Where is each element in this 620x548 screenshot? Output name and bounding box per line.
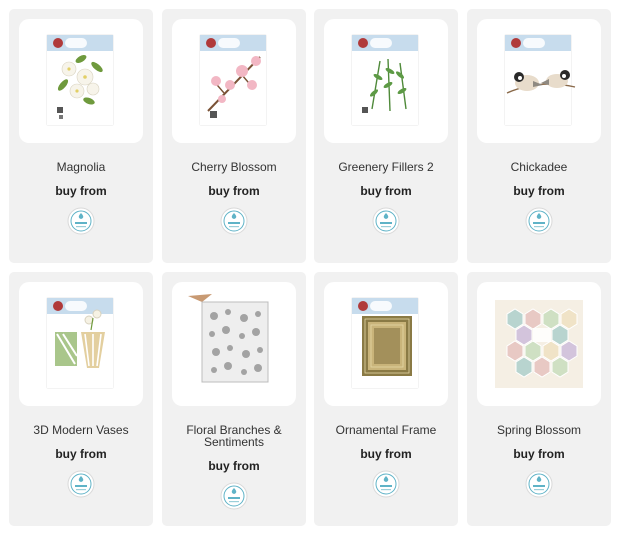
chickadee-icon	[506, 70, 576, 94]
paper-pad-icon	[495, 300, 583, 388]
product-card-greenery-fillers-2[interactable]: Greenery Fillers 2 buy from	[314, 9, 458, 263]
magnolia-icon	[57, 55, 103, 119]
retailer-badge-icon[interactable]	[220, 482, 248, 510]
vases-icon	[55, 309, 105, 368]
buy-from-label: buy from	[208, 184, 260, 198]
buy-from-label: buy from	[55, 447, 107, 461]
product-card-ornamental-frame[interactable]: Ornamental Frame buy from	[314, 272, 458, 526]
retailer-badge-icon[interactable]	[525, 207, 553, 235]
retailer-badge-icon[interactable]	[525, 470, 553, 498]
product-title[interactable]: Spring Blossom	[467, 424, 611, 436]
product-card-3d-modern-vases[interactable]: 3D Modern Vases buy from	[9, 272, 153, 526]
product-card-cherry-blossom[interactable]: Cherry Blossom buy from	[162, 9, 306, 263]
greenery-icon	[362, 58, 407, 113]
product-card-floral-branches[interactable]: Floral Branches & Sentiments buy from	[162, 272, 306, 526]
product-image-3d-modern-vases[interactable]	[19, 282, 143, 406]
buy-from-label: buy from	[208, 459, 260, 473]
retailer-badge-icon[interactable]	[372, 470, 400, 498]
product-card-spring-blossom[interactable]: Spring Blossom buy from	[467, 272, 611, 526]
product-title[interactable]: Magnolia	[9, 161, 153, 173]
product-image-magnolia[interactable]	[19, 19, 143, 143]
product-image-greenery-fillers-2[interactable]	[324, 19, 448, 143]
buy-from-label: buy from	[360, 184, 412, 198]
product-image-floral-branches[interactable]	[172, 282, 296, 406]
buy-from-label: buy from	[513, 447, 565, 461]
product-image-spring-blossom[interactable]	[477, 282, 601, 406]
product-title[interactable]: 3D Modern Vases	[9, 424, 153, 436]
product-title[interactable]: Greenery Fillers 2	[314, 161, 458, 173]
product-image-cherry-blossom[interactable]	[172, 19, 296, 143]
product-title[interactable]: Cherry Blossom	[162, 161, 306, 173]
product-grid: Magnolia buy from Cherry Blossom buy fro…	[0, 0, 620, 548]
product-card-chickadee[interactable]: Chickadee buy from	[467, 9, 611, 263]
product-title[interactable]: Chickadee	[467, 161, 611, 173]
product-card-magnolia[interactable]: Magnolia buy from	[9, 9, 153, 263]
buy-from-label: buy from	[55, 184, 107, 198]
product-title[interactable]: Ornamental Frame	[314, 424, 458, 436]
retailer-badge-icon[interactable]	[67, 470, 95, 498]
buy-from-label: buy from	[360, 447, 412, 461]
product-image-chickadee[interactable]	[477, 19, 601, 143]
product-title[interactable]: Floral Branches & Sentiments	[162, 424, 306, 448]
retailer-badge-icon[interactable]	[220, 207, 248, 235]
ornamental-frame-icon	[362, 316, 412, 376]
product-image-ornamental-frame[interactable]	[324, 282, 448, 406]
retailer-badge-icon[interactable]	[67, 207, 95, 235]
stamp-set-icon	[188, 294, 269, 383]
buy-from-label: buy from	[513, 184, 565, 198]
cherry-blossom-icon	[207, 56, 261, 118]
retailer-badge-icon[interactable]	[372, 207, 400, 235]
